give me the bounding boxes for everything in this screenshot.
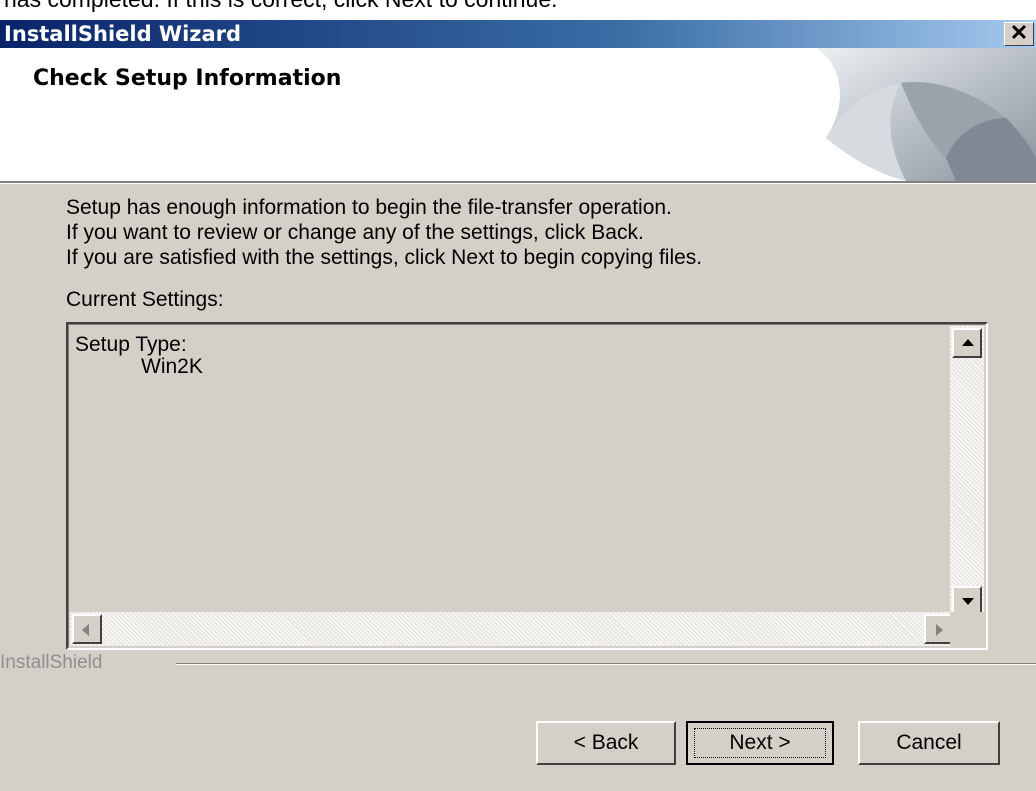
scrollbar-corner: [950, 612, 984, 646]
window-title: InstallShield Wizard: [4, 22, 242, 46]
setup-type-value: Win2K: [141, 355, 203, 378]
focus-rectangle: [694, 728, 826, 758]
background-text: has completed. If this is correct, click…: [4, 0, 558, 13]
back-button[interactable]: < Back: [536, 721, 676, 765]
page-title: Check Setup Information: [33, 66, 342, 91]
back-button-label: < Back: [573, 731, 639, 754]
close-icon: ✕: [1009, 20, 1029, 45]
info-line-3: If you are satisfied with the settings, …: [66, 246, 703, 269]
scroll-right-icon: [936, 624, 943, 636]
background-text-strip: has completed. If this is correct, click…: [0, 0, 1036, 20]
setup-type-label: Setup Type:: [75, 333, 187, 356]
scroll-down-icon: [962, 598, 974, 605]
cancel-button-label: Cancel: [896, 731, 962, 754]
scroll-up-icon: [962, 339, 974, 346]
cancel-button[interactable]: Cancel: [858, 721, 1000, 765]
current-settings-list[interactable]: Setup Type: Win2K: [66, 322, 988, 650]
header-separator: [0, 181, 1036, 184]
info-line-1: Setup has enough information to begin th…: [66, 196, 672, 219]
wizard-header: Check Setup Information: [0, 48, 1036, 181]
close-button[interactable]: ✕: [1004, 22, 1034, 46]
horizontal-scrollbar[interactable]: [70, 612, 954, 646]
vertical-scrollbar[interactable]: [950, 326, 984, 616]
current-settings-label: Current Settings:: [66, 288, 224, 311]
installshield-brand-label: InstallShield: [0, 652, 103, 673]
installshield-logo-art: [816, 48, 1036, 181]
scroll-left-button[interactable]: [72, 614, 102, 644]
footer-separator: [176, 663, 1036, 665]
title-bar[interactable]: InstallShield Wizard ✕: [0, 20, 1036, 48]
scroll-up-button[interactable]: [952, 328, 982, 358]
scroll-left-icon: [82, 624, 89, 636]
next-button[interactable]: Next >: [686, 721, 834, 765]
info-line-2: If you want to review or change any of t…: [66, 221, 644, 244]
